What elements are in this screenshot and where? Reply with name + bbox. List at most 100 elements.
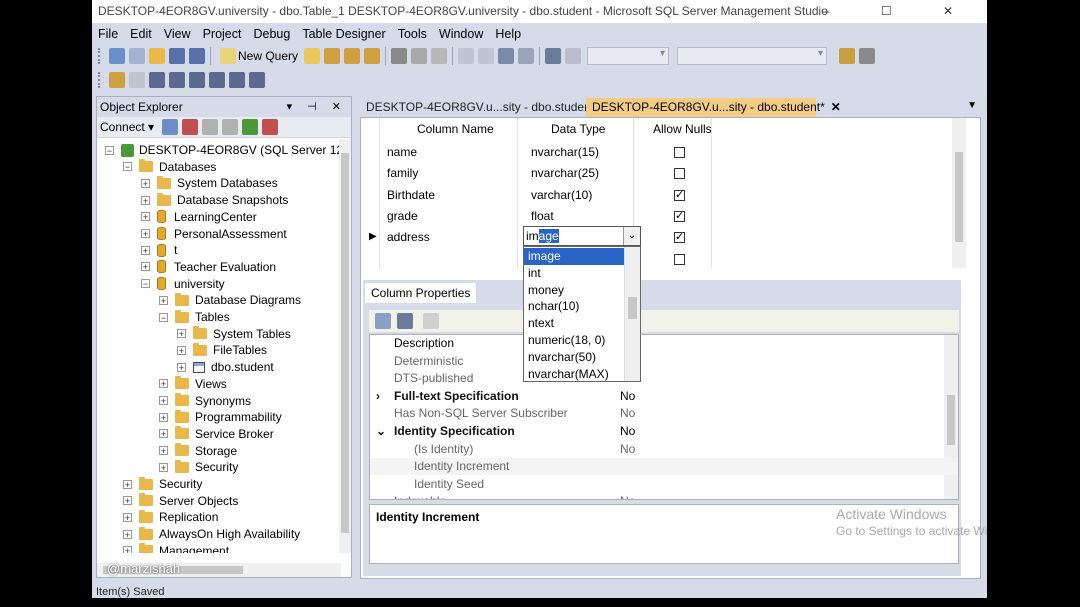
expand-icon[interactable]: + — [159, 429, 168, 439]
data-type-edit-text[interactable]: image — [526, 229, 559, 243]
collapse-icon[interactable]: − — [123, 162, 132, 172]
window-controls[interactable]: – ☐ ✕ — [823, 0, 977, 23]
data-type-cell[interactable]: nvarchar(15) — [531, 142, 599, 163]
new-project-icon[interactable] — [109, 48, 125, 64]
tree-node[interactable]: − DESKTOP-4EOR8GV (SQL Server 12.0.2000 — [105, 142, 341, 158]
tree-node[interactable]: + Database Snapshots — [141, 192, 288, 208]
tree-node[interactable]: + PersonalAssessment — [141, 226, 287, 242]
data-type-option[interactable]: nvarchar(50) — [524, 349, 624, 366]
property-row[interactable]: ⌄ Identity Specification No — [370, 423, 958, 440]
toolbar-options-icon[interactable] — [859, 48, 876, 64]
categorized-icon[interactable] — [375, 313, 391, 329]
property-row[interactable]: Indexable No — [370, 493, 958, 499]
expand-icon[interactable]: + — [159, 396, 168, 406]
solution-config-dropdown[interactable] — [587, 47, 670, 65]
expand-icon[interactable]: + — [141, 229, 150, 239]
property-row[interactable]: › Full-text Specification No — [370, 388, 958, 405]
tree-node[interactable]: + AlwaysOn High Availability — [123, 526, 300, 542]
expand-icon[interactable]: + — [159, 446, 168, 456]
menu-item-project[interactable]: Project — [197, 27, 248, 41]
tree-node[interactable]: + Synonyms — [159, 393, 251, 409]
set-primary-key-icon[interactable] — [129, 72, 145, 88]
expand-icon[interactable]: + — [177, 345, 186, 355]
tab-column-properties[interactable]: Column Properties — [365, 283, 477, 303]
scroll-thumb[interactable] — [628, 297, 637, 319]
alphabetical-icon[interactable] — [397, 313, 413, 329]
menu-item-file[interactable]: File — [92, 27, 124, 41]
data-type-option[interactable]: image — [524, 248, 624, 265]
tree-node[interactable]: + t — [141, 242, 177, 258]
navigate-backward-icon[interactable] — [498, 48, 515, 64]
tree-node[interactable]: + Replication — [123, 509, 218, 525]
tree-node[interactable]: + Programmability — [159, 409, 282, 425]
expand-icon[interactable]: + — [141, 195, 150, 205]
open-file-icon[interactable] — [149, 48, 165, 64]
tree-node[interactable]: + Storage — [159, 443, 237, 459]
chevron-down-icon[interactable]: ⌄ — [623, 227, 640, 245]
collapse-icon[interactable]: − — [159, 312, 168, 322]
column-name-cell[interactable]: grade — [387, 206, 418, 227]
expand-icon[interactable]: + — [159, 412, 168, 422]
tree-vertical-scrollbar[interactable] — [339, 139, 351, 553]
tree-node[interactable]: + Views — [159, 376, 227, 392]
property-row[interactable]: Deterministic — [370, 353, 958, 370]
data-type-option[interactable]: int — [524, 265, 624, 282]
toolbar-grip[interactable] — [98, 72, 103, 88]
activity-monitor-icon[interactable] — [262, 119, 279, 135]
allow-nulls-checkbox[interactable] — [674, 168, 685, 180]
property-row[interactable]: Identity Increment — [370, 458, 958, 476]
relationships-icon[interactable] — [149, 72, 165, 88]
save-icon[interactable] — [169, 48, 185, 64]
column-name-cell[interactable]: name — [387, 142, 417, 163]
allow-nulls-checkbox[interactable]: ✓ — [674, 189, 685, 201]
property-row[interactable]: Description — [370, 335, 958, 352]
data-type-cell[interactable]: float — [531, 206, 554, 227]
property-row[interactable]: (Is Identity) No — [370, 441, 958, 458]
toolbar-overflow-icon[interactable] — [249, 72, 265, 88]
expand-icon[interactable]: + — [177, 329, 186, 339]
data-type-cell[interactable]: varchar(10) — [531, 185, 592, 206]
connect-button[interactable]: Connect ▾ — [100, 120, 154, 134]
xmla-query-icon[interactable] — [364, 48, 381, 64]
tree-node[interactable]: − university — [141, 276, 225, 292]
undo-icon[interactable] — [458, 48, 475, 64]
tree-node[interactable]: − Tables — [159, 309, 230, 325]
stop-icon[interactable] — [202, 119, 219, 135]
expand-icon[interactable]: + — [123, 546, 132, 553]
column-name-cell[interactable]: address — [387, 227, 430, 248]
tree-node[interactable]: + LearningCenter — [141, 209, 257, 225]
scroll-thumb[interactable] — [955, 152, 963, 242]
search-combo[interactable] — [677, 47, 828, 65]
property-toggle-icon[interactable]: ⌄ — [376, 423, 386, 440]
property-toggle-icon[interactable]: › — [376, 388, 380, 405]
expand-icon[interactable]: + — [141, 245, 150, 255]
menu-item-table-designer[interactable]: Table Designer — [296, 27, 391, 41]
allow-nulls-checkbox[interactable] — [674, 253, 685, 265]
tree-node[interactable]: + System Databases — [141, 175, 278, 191]
column-name-cell[interactable]: Birthdate — [387, 185, 435, 206]
expand-icon[interactable]: + — [159, 295, 168, 305]
tab-student-modified[interactable]: DESKTOP-4EOR8GV.u...sity - dbo.student* ✕ — [586, 98, 841, 117]
menu-item-debug[interactable]: Debug — [247, 27, 296, 41]
cut-icon[interactable] — [391, 48, 408, 64]
paste-icon[interactable] — [431, 48, 448, 64]
data-type-option[interactable]: nvarchar(MAX) — [524, 366, 624, 381]
menu-item-edit[interactable]: Edit — [124, 27, 158, 41]
expand-icon[interactable]: + — [177, 362, 186, 372]
tree-node[interactable]: + FileTables — [177, 342, 267, 358]
data-type-option[interactable]: ntext — [524, 315, 624, 332]
expand-icon[interactable]: + — [123, 479, 132, 489]
tree-node[interactable]: + Teacher Evaluation — [141, 259, 276, 275]
pane-buttons[interactable]: ▾ ⊣ ✕ — [287, 97, 347, 117]
data-type-option[interactable]: nchar(10) — [524, 298, 624, 315]
tree-node[interactable]: + Management — [123, 543, 229, 553]
data-type-cell[interactable]: nvarchar(25) — [531, 163, 599, 184]
column-name-cell[interactable]: family — [387, 163, 418, 184]
start-icon[interactable] — [565, 48, 582, 64]
dropdown-scrollbar[interactable] — [624, 247, 640, 381]
allow-nulls-checkbox[interactable]: ✓ — [674, 232, 685, 244]
menu-item-window[interactable]: Window — [433, 27, 489, 41]
tree-node[interactable]: + Security — [123, 476, 202, 492]
collapse-icon[interactable]: − — [105, 145, 114, 155]
indexes-icon[interactable] — [169, 72, 185, 88]
